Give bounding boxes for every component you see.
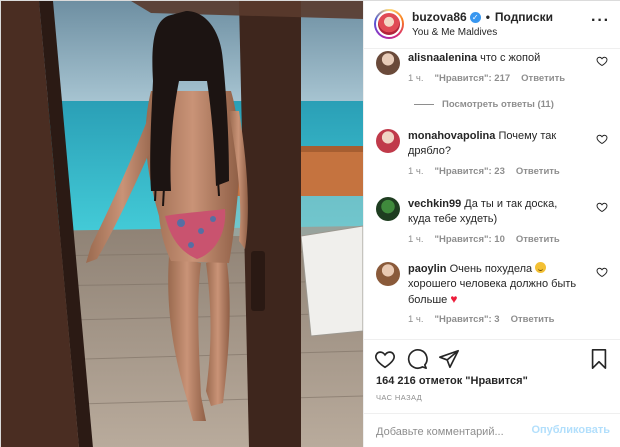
comment-text: что с жопой — [480, 52, 541, 64]
like-comment-icon[interactable] — [596, 201, 608, 213]
more-options-icon[interactable]: ··· — [591, 13, 610, 29]
comment-body: vechkin99 Да ты и так доска, куда тебе х… — [408, 197, 578, 227]
comment-username[interactable]: vechkin99 — [408, 198, 461, 210]
like-comment-icon[interactable] — [596, 55, 608, 67]
comment-time[interactable]: 1 ч. — [408, 314, 424, 325]
author-avatar[interactable] — [374, 9, 404, 39]
comment-username[interactable]: monahovapolina — [408, 130, 495, 142]
comment-time[interactable]: 1 ч. — [408, 234, 424, 245]
comment-meta: 1 ч. "Нравится": 10 Ответить — [408, 234, 560, 245]
comment-text-cont: хорошего человека должно быть больше — [408, 278, 577, 306]
comment-likes[interactable]: "Нравится": 10 — [435, 234, 505, 245]
add-comment-input[interactable] — [376, 423, 556, 441]
share-send-icon[interactable] — [438, 348, 460, 370]
comment-bubble-icon[interactable] — [406, 348, 428, 370]
reply-button[interactable]: Ответить — [516, 234, 560, 245]
save-bookmark-icon[interactable] — [588, 348, 610, 370]
author-username[interactable]: buzova86 — [412, 10, 467, 24]
comment-meta: 1 ч. "Нравится": 23 Ответить — [408, 166, 560, 177]
likes-count[interactable]: 164 216 отметок "Нравится" — [376, 375, 528, 387]
comment-body: alisnaalenina что с жопой — [408, 51, 578, 66]
comment-likes[interactable]: "Нравится": 3 — [435, 314, 500, 325]
comment-username[interactable]: paoylin — [408, 263, 447, 275]
posted-time[interactable]: ЧАС НАЗАД — [376, 393, 422, 402]
comment-list[interactable]: alisnaalenina что с жопой 1 ч. "Нравится… — [364, 49, 620, 339]
post-actions — [364, 339, 620, 379]
comment-avatar[interactable] — [376, 262, 400, 286]
post-modal: buzova86 ✓ • Подписки You & Me Maldives … — [0, 0, 620, 447]
comment-avatar[interactable] — [376, 197, 400, 221]
red-heart-emoji-icon: ♥ — [450, 292, 458, 306]
view-replies-label: Посмотреть ответы (11) — [442, 99, 554, 110]
smile-emoji-icon — [535, 262, 547, 273]
replies-line — [414, 104, 434, 105]
comment-avatar[interactable] — [376, 51, 400, 75]
comment-username[interactable]: alisnaalenina — [408, 52, 477, 64]
comment-meta: 1 ч. "Нравится": 3 Ответить — [408, 314, 555, 325]
comment-time[interactable]: 1 ч. — [408, 73, 424, 84]
comment-likes[interactable]: "Нравится": 217 — [435, 73, 511, 84]
publish-button[interactable]: Опубликовать — [531, 424, 610, 436]
following-button[interactable]: Подписки — [495, 10, 553, 24]
photo-illustration — [1, 1, 363, 447]
comment-body: paoylin Очень похудела хорошего человека… — [408, 262, 578, 308]
like-heart-icon[interactable] — [374, 348, 396, 370]
post-photo[interactable] — [1, 1, 363, 447]
reply-button[interactable]: Ответить — [511, 314, 555, 325]
comment-avatar[interactable] — [376, 129, 400, 153]
reply-button[interactable]: Ответить — [521, 73, 565, 84]
view-replies-button[interactable]: Посмотреть ответы (11) — [414, 99, 554, 110]
like-comment-icon[interactable] — [596, 133, 608, 145]
author-line: buzova86 ✓ • Подписки — [412, 10, 553, 24]
comments-panel: buzova86 ✓ • Подписки You & Me Maldives … — [363, 1, 620, 447]
verified-badge-icon: ✓ — [469, 11, 481, 23]
like-comment-icon[interactable] — [596, 266, 608, 278]
reply-button[interactable]: Ответить — [516, 166, 560, 177]
post-header: buzova86 ✓ • Подписки You & Me Maldives … — [364, 1, 620, 49]
comment-body: monahovapolina Почему так дрябло? — [408, 129, 578, 159]
comment-likes[interactable]: "Нравится": 23 — [435, 166, 505, 177]
add-comment-bar: Опубликовать — [364, 413, 620, 447]
separator-dot: • — [485, 10, 490, 24]
comment-meta: 1 ч. "Нравится": 217 Ответить — [408, 73, 565, 84]
post-location[interactable]: You & Me Maldives — [412, 27, 497, 38]
comment-text: Очень похудела — [449, 263, 533, 275]
comment-time[interactable]: 1 ч. — [408, 166, 424, 177]
